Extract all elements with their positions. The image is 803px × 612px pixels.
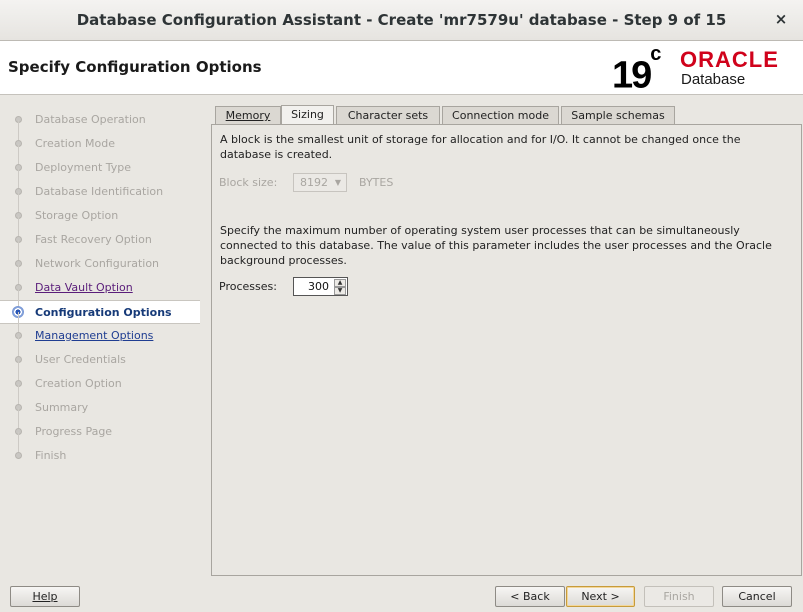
step-connector: [18, 432, 19, 452]
step-dot-icon: [15, 452, 22, 459]
step-connector: [18, 216, 19, 236]
step-connector: [18, 384, 19, 404]
sidebar-item-label: Configuration Options: [35, 306, 172, 319]
cancel-button[interactable]: Cancel: [722, 586, 792, 607]
processes-description: Specify the maximum number of operating …: [220, 224, 772, 267]
sidebar-item-database-operation: Database Operation: [0, 108, 200, 132]
close-icon[interactable]: ×: [773, 11, 789, 27]
stepper-down-icon[interactable]: ▼: [334, 287, 346, 295]
page-header: Specify Configuration Options 19c ORACLE…: [0, 41, 803, 97]
sidebar-item-label: Management Options: [35, 329, 154, 342]
finish-button: Finish: [644, 586, 714, 607]
step-connector: [18, 168, 19, 188]
step-connector: [18, 144, 19, 164]
next-button[interactable]: Next >: [566, 586, 635, 607]
processes-label: Processes:: [219, 280, 277, 293]
oracle-logo: 19c ORACLE Database: [612, 43, 792, 97]
sidebar-item-label: Summary: [35, 401, 89, 414]
sidebar-item-progress-page: Progress Page: [0, 408, 200, 444]
sidebar-item-label: Progress Page: [35, 425, 113, 438]
processes-stepper[interactable]: 300 ▲ ▼: [293, 277, 348, 296]
block-size-unit: BYTES: [359, 176, 394, 189]
sidebar-item-label: Deployment Type: [35, 161, 132, 174]
page-title: Specify Configuration Options: [8, 58, 262, 76]
tab-memory[interactable]: Memory: [215, 106, 281, 125]
tab-connection-mode[interactable]: Connection mode: [442, 106, 559, 125]
processes-input[interactable]: 300: [308, 280, 329, 293]
logo-version: 19c: [612, 43, 662, 97]
sidebar-item-label: Creation Mode: [35, 137, 116, 150]
sidebar-item-summary: Summary: [0, 384, 200, 420]
step-connector: [18, 408, 19, 428]
sidebar-item-label: Database Identification: [35, 185, 164, 198]
sizing-panel: A block is the smallest unit of storage …: [211, 124, 802, 576]
step-connector: [18, 264, 19, 284]
sidebar-item-database-identification: Database Identification: [0, 168, 200, 204]
sidebar-item-deployment-type: Deployment Type: [0, 144, 200, 180]
tab-sample-schemas[interactable]: Sample schemas: [561, 106, 675, 125]
logo-brand: ORACLE: [680, 47, 779, 72]
sidebar-item-configuration-options: Configuration Options: [0, 289, 200, 324]
step-connector: [18, 240, 19, 260]
sidebar-item-fast-recovery-option: Fast Recovery Option: [0, 216, 200, 252]
stepper-up-icon[interactable]: ▲: [334, 279, 346, 287]
title-bar: Database Configuration Assistant - Creat…: [0, 0, 803, 41]
step-connector: [18, 120, 19, 140]
sidebar-item-finish: Finish: [0, 432, 200, 468]
sidebar-item-creation-option: Creation Option: [0, 360, 200, 396]
sidebar-item-data-vault-option[interactable]: Data Vault Option: [0, 264, 200, 300]
block-size-select: 8192 ▼: [293, 173, 347, 192]
sidebar-item-label: User Credentials: [35, 353, 126, 366]
sidebar-item-label: Data Vault Option: [35, 281, 133, 294]
sidebar-item-label: Fast Recovery Option: [35, 233, 152, 246]
sidebar-item-label: Finish: [35, 449, 67, 462]
logo-product: Database: [681, 71, 746, 88]
sidebar-item-label: Creation Option: [35, 377, 122, 390]
steps-sidebar: Database Operation Creation Mode Deploymen…: [0, 95, 200, 576]
sidebar-item-label: Storage Option: [35, 209, 119, 222]
sidebar-item-label: Network Configuration: [35, 257, 160, 270]
sidebar-item-creation-mode: Creation Mode: [0, 120, 200, 156]
sidebar-item-storage-option: Storage Option: [0, 192, 200, 228]
step-connector: [18, 312, 19, 332]
back-button[interactable]: < Back: [495, 586, 565, 607]
block-size-description: A block is the smallest unit of storage …: [220, 133, 741, 161]
window-title: Database Configuration Assistant - Creat…: [76, 11, 727, 29]
step-connector: [18, 192, 19, 212]
config-options-pane: Memory Sizing Character sets Connection …: [211, 104, 802, 576]
sidebar-item-label: Database Operation: [35, 113, 146, 126]
help-button[interactable]: Help: [10, 586, 80, 607]
button-bar: Help < Back Next > Finish Cancel: [0, 576, 803, 612]
sidebar-item-network-configuration: Network Configuration: [0, 240, 200, 276]
sidebar-item-management-options[interactable]: Management Options: [0, 312, 200, 348]
tab-character-sets[interactable]: Character sets: [336, 106, 440, 125]
tab-sizing[interactable]: Sizing: [281, 105, 334, 126]
sidebar-item-user-credentials: User Credentials: [0, 336, 200, 372]
chevron-down-icon: ▼: [334, 178, 341, 187]
step-connector: [18, 360, 19, 380]
block-size-label: Block size:: [219, 176, 278, 189]
step-connector: [18, 336, 19, 356]
